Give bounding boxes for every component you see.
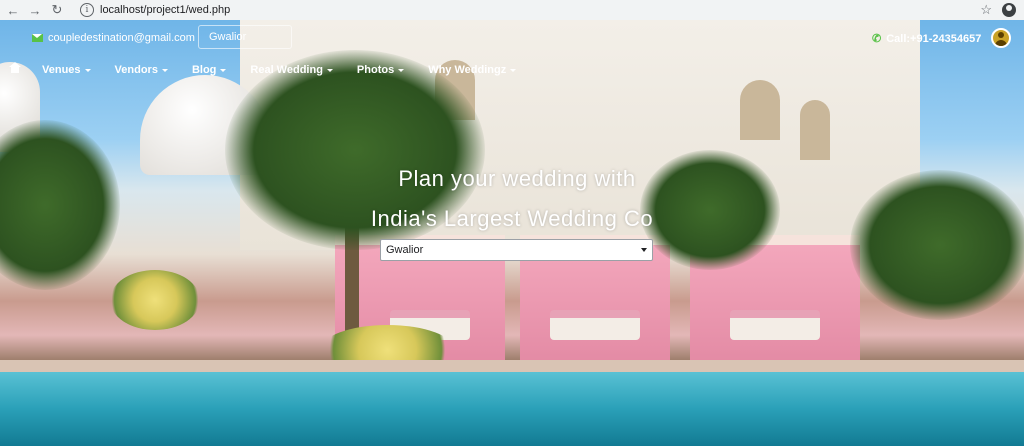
browser-profile-icon[interactable] [1002,3,1016,17]
nav-label: Real Wedding [250,64,323,76]
phone-contact[interactable]: ✆ Call:+91-24354657 [872,32,982,46]
address-url: localhost/project1/wed.php [100,4,231,16]
chevron-down-icon [84,68,91,72]
nav-blog[interactable]: Blog [191,64,227,76]
swimming-pool [0,372,1024,446]
email-contact[interactable]: coupledestination@gmail.com [32,32,195,44]
envelope-icon [32,34,43,42]
phone-text: Call:+91-24354657 [886,32,982,45]
phone-icon: ✆ [872,33,882,45]
flower-bed [110,270,200,330]
dropdown-arrow-icon [641,248,647,252]
hero-headline-line1: Plan your wedding with [398,166,636,191]
address-bar[interactable]: i localhost/project1/wed.php [72,1,996,19]
chevron-down-icon [220,68,227,72]
nav-photos[interactable]: Photos [356,64,405,76]
nav-label: Photos [356,64,395,76]
chevron-down-icon [510,68,517,72]
city-select[interactable]: Gwalior [380,239,653,261]
palm-tree [0,120,120,290]
nav-label: Venues [42,64,81,76]
city-text: Gwalior [209,31,247,43]
chevron-down-icon [161,68,168,72]
nav-venues[interactable]: Venues [42,64,91,76]
sofa [550,310,640,340]
palace-window [740,80,780,140]
nav-real-wedding[interactable]: Real Wedding [250,64,333,76]
chevron-down-icon [326,68,333,72]
reload-icon[interactable]: ↻ [46,0,68,20]
browser-toolbar: ← → ↻ i localhost/project1/wed.php ☆ [0,0,1024,20]
back-icon[interactable]: ← [2,0,24,20]
main-nav: Venues Vendors Blog Real Wedding Photos … [9,61,540,76]
sofa [730,310,820,340]
nav-label: Why Weddingz [428,64,507,76]
palm-tree [850,170,1024,320]
nav-label: Blog [191,64,217,76]
nav-label: Vendors [114,64,158,76]
city-selector[interactable]: Gwalior [198,25,292,49]
email-text: coupledestination@gmail.com [48,32,195,44]
hero-banner: coupledestination@gmail.com Gwalior ✆ Ca… [0,20,1024,446]
bookmark-star-icon[interactable]: ☆ [980,2,992,18]
hero-headline-line2: India's Largest Wedding Co [370,206,654,231]
home-icon[interactable] [9,61,21,75]
nav-vendors[interactable]: Vendors [115,64,168,76]
city-select-value: Gwalior [386,244,424,256]
site-info-icon[interactable]: i [80,3,94,17]
palace-window [800,100,830,160]
nav-why-weddingz[interactable]: Why Weddingz [428,64,517,76]
chevron-down-icon [398,68,405,72]
user-account-icon[interactable] [991,28,1011,48]
forward-icon[interactable]: → [24,0,46,20]
